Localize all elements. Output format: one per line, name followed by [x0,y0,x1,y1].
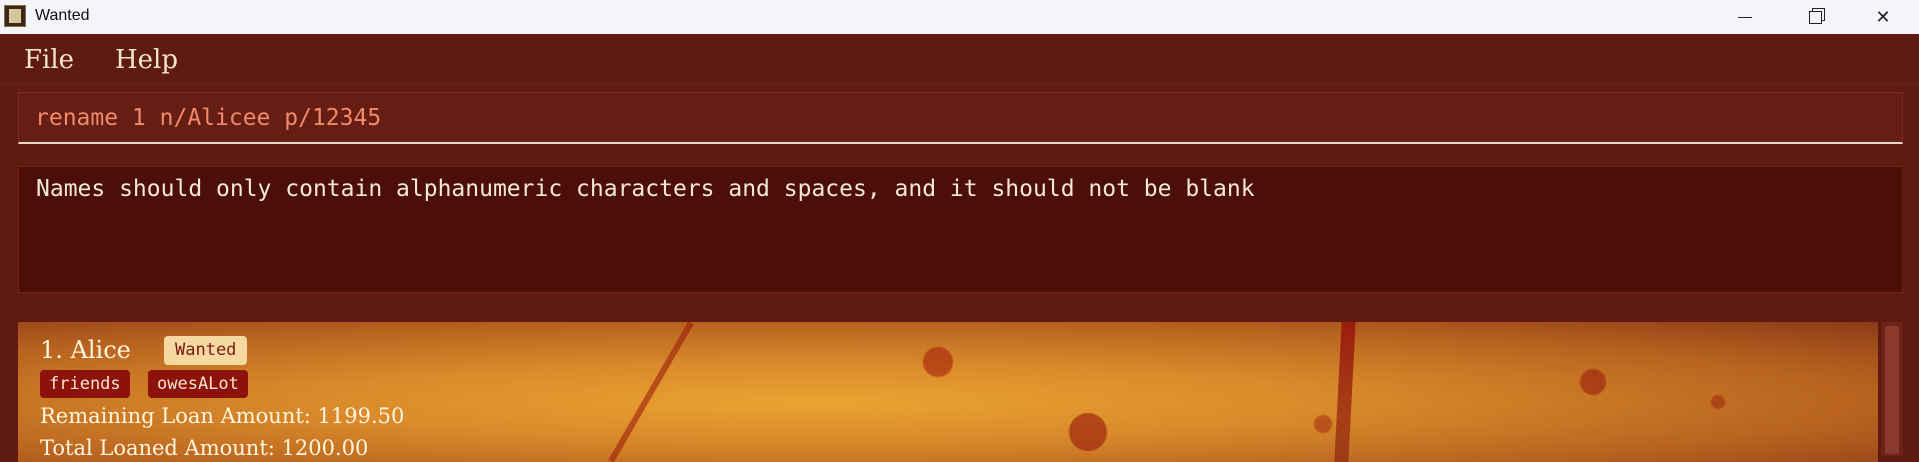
minimize-icon [1738,16,1752,18]
status-badge: Wanted [164,336,248,365]
result-display: Names should only contain alphanumeric c… [18,166,1903,293]
close-button[interactable]: ✕ [1848,0,1918,34]
scrollbar-thumb[interactable] [1885,326,1899,454]
remaining-loan-amount: Remaining Loan Amount: 1199.50 [40,404,405,428]
window-title: Wanted [35,7,90,24]
close-icon: ✕ [1875,6,1891,28]
list-scrollbar[interactable] [1881,322,1903,456]
command-input[interactable] [35,101,1875,135]
minimize-button[interactable] [1710,0,1780,34]
menu-bar: File Help [0,34,1919,85]
maximize-button[interactable] [1780,0,1850,34]
tag-label: owesALot [148,370,248,398]
tag-label: friends [40,370,130,398]
menu-help[interactable]: Help [115,45,178,75]
person-list: 1. Alice Wanted friends owesALot Remaini… [0,304,1919,462]
total-loaned-amount: Total Loaned Amount: 1200.00 [40,436,369,460]
menu-file[interactable]: File [24,45,74,75]
command-box [18,92,1903,144]
result-message: Names should only contain alphanumeric c… [36,176,1255,202]
title-bar: Wanted ✕ [0,0,1919,34]
app-logo-icon [4,5,26,27]
person-card[interactable]: 1. Alice Wanted friends owesALot Remaini… [18,322,1878,462]
restore-icon [1808,10,1822,24]
person-name: 1. Alice [40,336,131,364]
